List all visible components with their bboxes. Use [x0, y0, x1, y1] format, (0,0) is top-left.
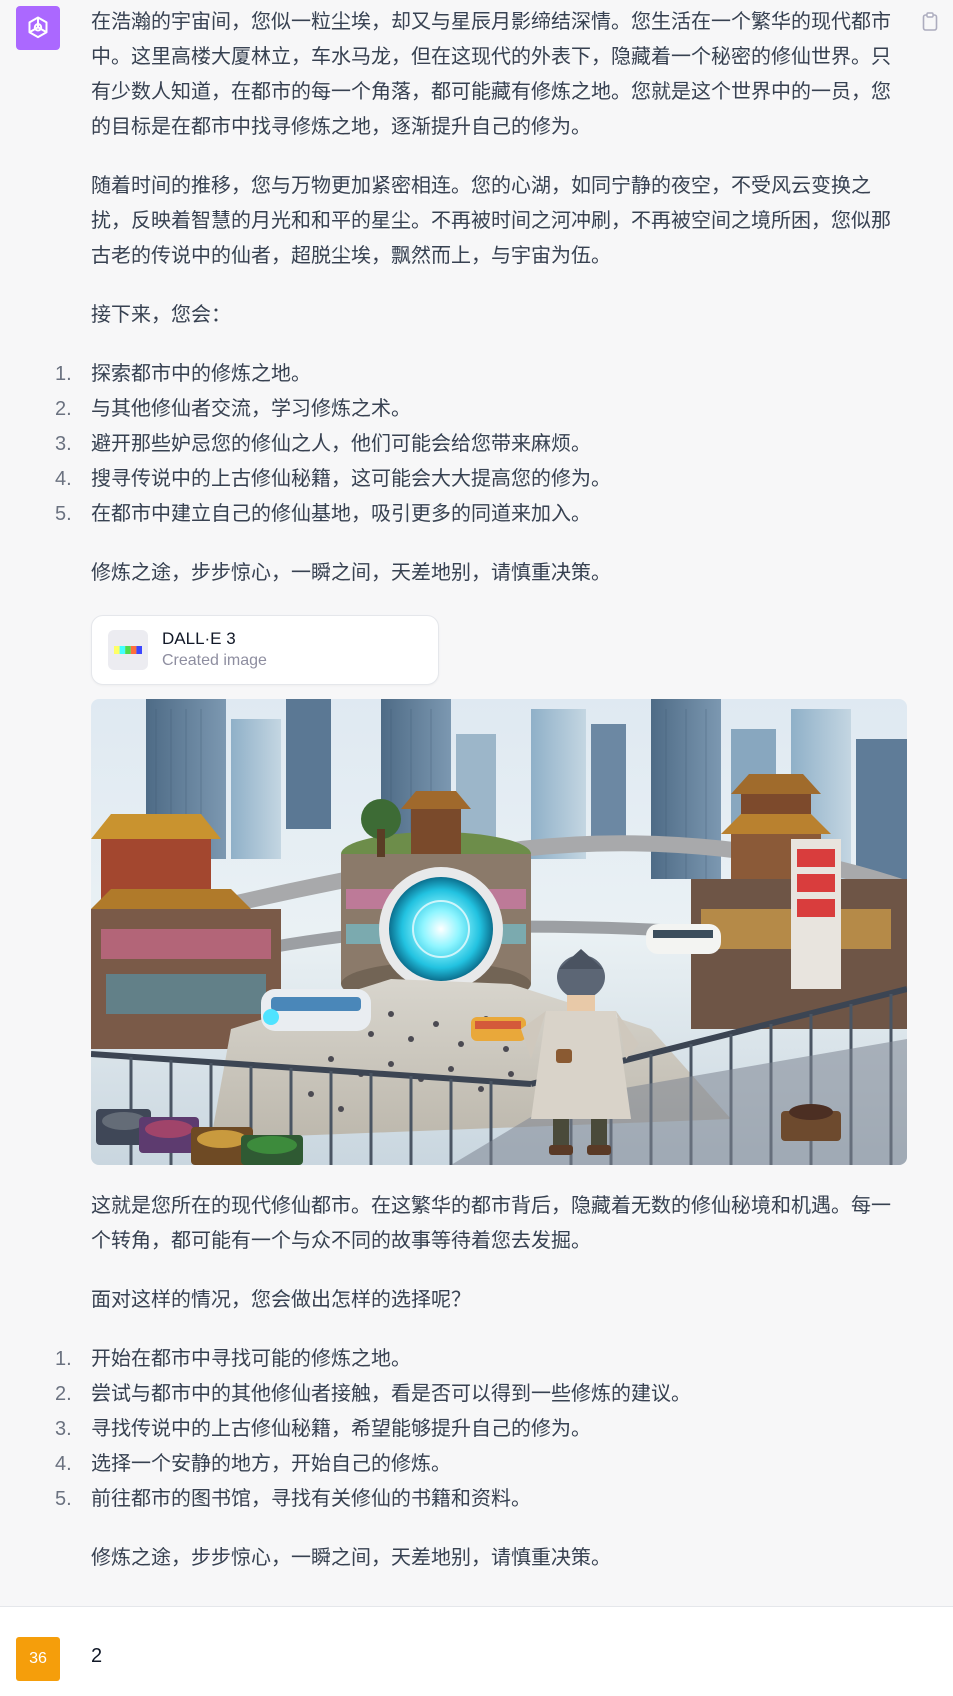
closing-line-2: 修炼之途，步步惊心，一瞬之间，天差地别，请慎重决策。 — [91, 1547, 611, 1569]
list-item: 2. 尝试与都市中的其他修仙者接触，看是否可以得到一些修炼的建议。 — [55, 1383, 691, 1405]
second-options-list: 1. 开始在都市中寻找可能的修炼之地。 2. 尝试与都市中的其他修仙者接触，看是否可… — [55, 1342, 901, 1517]
intro-paragraph-1: 在浩瀚的宇宙间，您似一粒尘埃，却又与星辰月影缔结深情。您生活在一个繁华的现代都市… — [91, 11, 891, 138]
dalle-title: DALL·E 3 — [162, 629, 236, 648]
list-item: 1. 探索都市中的修炼之地。 — [55, 363, 311, 385]
copy-button[interactable] — [921, 11, 939, 31]
user-message: 36 2 — [0, 1606, 953, 1696]
list-item: 3. 寻找传说中的上古修仙秘籍，希望能够提升自己的修为。 — [55, 1418, 591, 1440]
dalle-logo-icon — [108, 630, 148, 670]
list-item: 4. 搜寻传说中的上古修仙秘籍，这可能会大大提高您的修为。 — [55, 468, 611, 490]
message-content: 在浩瀚的宇宙间，您似一粒尘埃，却又与星辰月影缔结深情。您生活在一个繁华的现代都市… — [55, 5, 907, 1600]
list-item: 3. 避开那些妒忌您的修仙之人，他们可能会给您带来麻烦。 — [55, 433, 591, 455]
list-item: 5. 在都市中建立自己的修仙基地，吸引更多的同道来加入。 — [55, 503, 591, 525]
user-message-text: 2 — [91, 1645, 103, 1667]
dalle-subtitle: Created image — [162, 652, 267, 669]
assistant-avatar — [16, 6, 60, 50]
clipboard-icon — [922, 11, 938, 31]
generated-image[interactable] — [91, 699, 907, 1165]
after-image-paragraph-2: 面对这样的情况，您会做出怎样的选择呢？ — [91, 1289, 471, 1311]
after-image-paragraph-1: 这就是您所在的现代修仙都市。在这繁华的都市背后，隐藏着无数的修仙秘境和机遇。每一… — [91, 1195, 891, 1252]
list-item: 2. 与其他修仙者交流，学习修炼之术。 — [55, 398, 411, 420]
first-options-list: 1. 探索都市中的修炼之地。 2. 与其他修仙者交流，学习修炼之术。 3. 避开那些妒… — [55, 357, 901, 532]
assistant-message: 在浩瀚的宇宙间，您似一粒尘埃，却又与星辰月影缔结深情。您生活在一个繁华的现代都市… — [0, 0, 953, 1606]
dalle-card[interactable]: DALL·E 3 Created image — [91, 615, 439, 685]
closing-line-1: 修炼之途，步步惊心，一瞬之间，天差地别，请慎重决策。 — [91, 562, 611, 584]
intro-paragraph-2: 随着时间的推移，您与万物更加紧密相连。您的心湖，如同宁静的夜空，不受风云变换之扰… — [91, 175, 891, 267]
question-prompt: 接下来，您会： — [91, 304, 231, 326]
list-item: 4. 选择一个安静的地方，开始自己的修炼。 — [55, 1453, 451, 1475]
list-item: 1. 开始在都市中寻找可能的修炼之地。 — [55, 1348, 411, 1370]
openai-logo-icon — [28, 16, 48, 39]
list-item: 5. 前往都市的图书馆，寻找有关修仙的书籍和资料。 — [55, 1488, 531, 1510]
user-avatar: 36 — [16, 1637, 60, 1681]
